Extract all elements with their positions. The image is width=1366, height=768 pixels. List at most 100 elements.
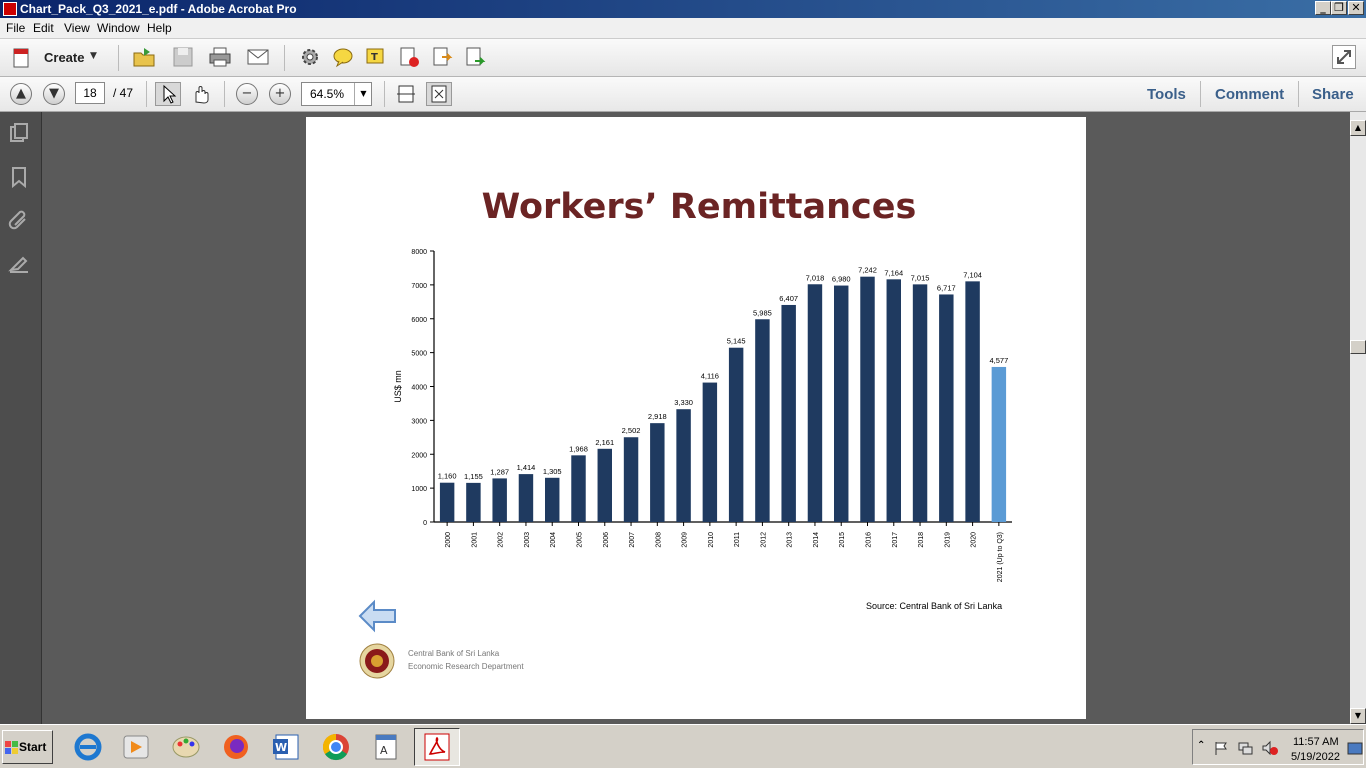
scroll-down-button[interactable]: ▼ [1350, 708, 1366, 724]
fit-width-icon[interactable] [395, 82, 417, 106]
previous-page-button[interactable]: ▲ [10, 83, 32, 105]
internet-explorer-icon[interactable] [70, 730, 106, 764]
speaker-muted-icon[interactable] [1261, 740, 1279, 756]
data-label: 7,015 [911, 273, 930, 282]
open-folder-icon[interactable] [132, 45, 156, 69]
chrome-icon[interactable] [318, 730, 354, 764]
window-title: Chart_Pack_Q3_2021_e.pdf - Adobe Acrobat… [20, 2, 297, 16]
x-tick-label: 2016 [866, 532, 873, 548]
menu-file[interactable]: File [6, 21, 25, 35]
data-label: 3,330 [674, 398, 693, 407]
attachment-paperclip-icon[interactable] [8, 209, 30, 231]
zoom-in-button[interactable]: + [269, 83, 291, 105]
bar [623, 437, 639, 522]
select-tool-button[interactable] [155, 82, 181, 106]
page-number-input[interactable]: 18 [75, 82, 105, 104]
minimize-button[interactable]: _ [1315, 1, 1331, 15]
vertical-scrollbar[interactable]: ▲ ▼ [1350, 112, 1366, 724]
x-tick-label: 2009 [682, 532, 689, 548]
arrow-down-icon: ▼ [1354, 711, 1362, 720]
scroll-thumb[interactable] [1350, 340, 1366, 354]
y-tick-label: 4000 [411, 385, 427, 392]
text-highlight-icon[interactable]: T [364, 45, 388, 69]
export-page-icon[interactable] [463, 45, 487, 69]
toolbar-separator [1200, 81, 1201, 107]
menu-window[interactable]: Window [97, 21, 140, 35]
document-viewport[interactable]: Workers’ Remittances 0 1000 2000 3000 4000 50… [42, 112, 1350, 724]
bar [466, 482, 481, 522]
show-desktop-icon[interactable] [1347, 742, 1363, 756]
hand-tool-icon[interactable] [189, 82, 213, 106]
cursor-arrow-icon [163, 84, 177, 104]
clock-date[interactable]: 5/19/2022 [1291, 751, 1340, 763]
next-page-button[interactable]: ▼ [43, 83, 65, 105]
media-player-icon[interactable] [118, 730, 154, 764]
start-button[interactable]: Start [2, 730, 53, 764]
acrobat-taskbar-button[interactable] [414, 728, 460, 766]
data-label: 7,104 [963, 270, 982, 279]
bar [939, 294, 954, 522]
x-tick-label: 2017 [892, 532, 899, 548]
y-tick-label: 5000 [411, 351, 427, 358]
y-tick-label: 6000 [411, 317, 427, 324]
menu-edit[interactable]: Edit [33, 21, 54, 35]
back-arrow-icon[interactable] [358, 599, 398, 633]
x-tick-label: 2019 [944, 532, 951, 548]
menu-help[interactable]: Help [147, 21, 172, 35]
comment-pane-link[interactable]: Comment [1215, 86, 1284, 103]
create-button[interactable]: Create ▼ [8, 45, 104, 71]
bar [834, 285, 849, 522]
bar [518, 474, 534, 522]
y-tick-label: 2000 [411, 452, 427, 459]
data-label: 2,161 [595, 438, 614, 447]
page-total: / 47 [113, 86, 134, 100]
gear-icon[interactable] [298, 45, 322, 69]
x-tick-label: 2012 [760, 532, 767, 548]
menu-bar: File Edit View Window Help [0, 18, 1366, 39]
text-editor-icon[interactable]: A [368, 730, 404, 764]
data-label: 4,116 [701, 372, 719, 381]
action-center-flag-icon[interactable] [1213, 740, 1229, 756]
email-icon[interactable] [246, 45, 270, 69]
x-tick-label: 2000 [445, 532, 452, 548]
bookmark-icon[interactable] [8, 166, 30, 188]
word-icon[interactable]: W [268, 730, 304, 764]
y-tick-label: 1000 [411, 486, 427, 493]
bar [728, 347, 744, 522]
close-button[interactable]: ✕ [1348, 1, 1364, 15]
x-tick-label: 2010 [708, 532, 715, 548]
org-department: Economic Research Department [408, 662, 524, 671]
zoom-out-button[interactable]: − [236, 83, 258, 105]
extract-page-icon[interactable] [430, 45, 454, 69]
share-pane-link[interactable]: Share [1312, 86, 1354, 103]
full-screen-button[interactable] [1332, 45, 1356, 69]
fit-page-button[interactable] [426, 82, 452, 106]
bar [886, 279, 901, 522]
bar [807, 284, 823, 522]
arrow-up-icon: ▲ [1354, 123, 1362, 132]
paint-palette-icon[interactable] [168, 730, 204, 764]
toolbar-separator [118, 45, 119, 71]
page-thumbnails-icon[interactable] [8, 122, 30, 144]
tools-pane-link[interactable]: Tools [1147, 86, 1186, 103]
save-icon[interactable] [171, 45, 195, 69]
acrobat-pdf-icon [424, 733, 450, 761]
data-label: 1,305 [543, 467, 562, 476]
data-label: 7,164 [884, 268, 903, 277]
y-tick-label: 7000 [411, 283, 427, 290]
data-label: 2,918 [648, 412, 667, 421]
x-tick-label: 2020 [971, 532, 978, 548]
menu-view[interactable]: View [64, 21, 90, 35]
network-icon[interactable] [1237, 740, 1253, 756]
scroll-up-button[interactable]: ▲ [1350, 120, 1366, 136]
firefox-icon[interactable] [218, 730, 254, 764]
show-hidden-icons-chevron-icon[interactable]: ⌃ [1197, 740, 1205, 751]
delete-page-icon[interactable] [397, 45, 421, 69]
print-icon[interactable] [208, 45, 232, 69]
zoom-select[interactable]: 64.5% ▼ [301, 82, 372, 106]
comment-bubble-icon[interactable] [331, 45, 355, 69]
bar [571, 455, 586, 522]
signature-icon[interactable] [8, 252, 30, 274]
restore-button[interactable]: ❐ [1331, 1, 1347, 15]
clock-time[interactable]: 11:57 AM [1293, 736, 1339, 748]
